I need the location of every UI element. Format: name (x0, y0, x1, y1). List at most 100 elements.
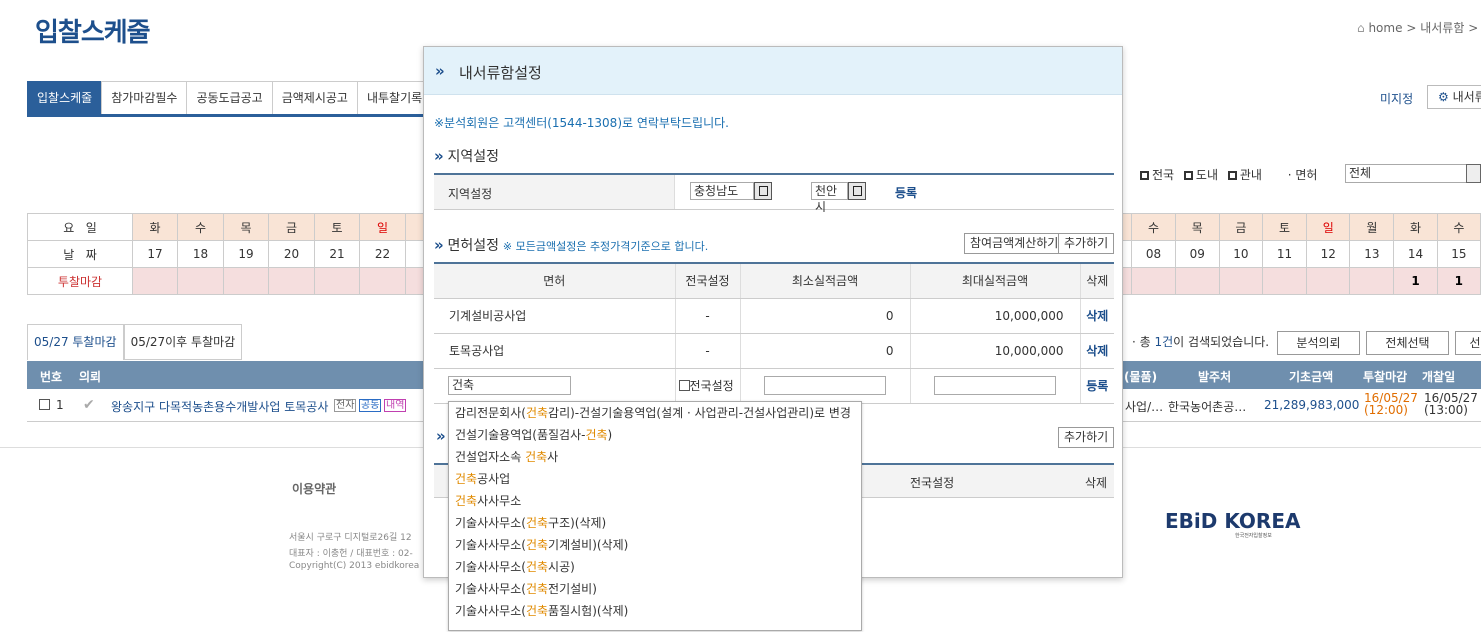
second-col-national: 전국설정 (910, 476, 955, 490)
home-icon[interactable]: ⌂ (1357, 21, 1365, 35)
breadcrumb: ⌂ home > 내서류함 > 입 (1357, 19, 1481, 36)
region-register-link[interactable]: 등록 (895, 184, 917, 201)
license-name: 기계설비공사업 (434, 298, 676, 334)
delete-link[interactable]: 삭제 (1080, 333, 1114, 369)
min-amount-input[interactable] (764, 376, 886, 395)
autocomplete-item[interactable]: 기술사사무소(건축전기설비) (449, 578, 861, 600)
second-col-delete: 삭제 (1085, 476, 1108, 490)
province-select[interactable]: 충청남도 (690, 182, 754, 200)
cal-day[interactable]: 09 (1174, 240, 1220, 268)
cal-weekday: 토 (1261, 213, 1308, 241)
national-checkbox-label: 전국설정 (689, 379, 734, 393)
footer-copyright: Copyright(C) 2013 ebidkorea (289, 561, 420, 571)
cal-day[interactable]: 12 (1306, 240, 1351, 268)
deadline-count[interactable]: 1 (1393, 267, 1438, 295)
col-license: 면허 (434, 263, 676, 299)
table-row: 기계설비공사업 - 0 10,000,000 삭제 (434, 298, 1114, 334)
cal-weekday: 목 (223, 213, 269, 241)
analysis-request-button[interactable]: 분석의뢰 (1277, 331, 1360, 355)
license-section-title: » 면허설정 ※ 모든금액설정은 추정가격기준으로 합니다. (434, 235, 708, 255)
autocomplete-item[interactable]: 건설기술용역업(품질검사-건축) (449, 424, 861, 446)
license-filter-dropdown-button[interactable] (1466, 164, 1481, 183)
col-max-amount: 최대실적금액 (910, 263, 1081, 299)
autocomplete-item[interactable]: 건설업자소속 건축사 (449, 446, 861, 468)
tab-bid-schedule[interactable]: 입찰스케줄 (27, 81, 102, 114)
weekday-label: 요 일 (27, 213, 133, 241)
license-national: - (675, 333, 741, 369)
col-delete: 삭제 (1080, 263, 1114, 299)
breadcrumb-current: 내서류함 (1420, 21, 1465, 35)
unassigned-link[interactable]: 미지정 (1380, 90, 1413, 107)
cal-weekday: 금 (1218, 213, 1263, 241)
cal-day[interactable]: 18 (177, 240, 224, 268)
autocomplete-item[interactable]: 기술사사무소(건축구조)(삭제) (449, 512, 861, 534)
license-note: ※ 모든금액설정은 추정가격기준으로 합니다. (502, 240, 709, 253)
license-search-input[interactable]: 건축 (448, 376, 571, 395)
gear-icon: ⚙ (1438, 90, 1449, 104)
nationwide-checkbox[interactable] (1140, 171, 1149, 180)
add-second-button[interactable]: 추가하기 (1058, 427, 1115, 448)
license-filter-select[interactable]: 전체 (1345, 164, 1470, 183)
cal-weekday: 토 (314, 213, 360, 241)
license-name: 토목공사업 (434, 333, 676, 369)
cal-weekday: 수 (1436, 213, 1481, 241)
city-select[interactable]: 천안시 (811, 182, 848, 214)
ebid-logo: EBiD KOREA (1165, 509, 1301, 533)
calc-amount-button[interactable]: 참여금액계산하기 (964, 233, 1065, 254)
check-mark-icon[interactable]: ✔ (83, 397, 95, 413)
cal-day[interactable]: 15 (1436, 240, 1481, 268)
cal-day[interactable]: 22 (359, 240, 406, 268)
in-jurisdiction-checkbox[interactable] (1227, 171, 1237, 180)
province-dropdown-button[interactable] (754, 182, 772, 200)
double-chevron-icon: » (434, 147, 444, 165)
tab-participation[interactable]: 참가마감필수 (101, 81, 187, 114)
col-min-amount: 최소실적금액 (740, 263, 911, 299)
cal-day[interactable]: 11 (1261, 240, 1308, 268)
cal-day[interactable]: 21 (314, 240, 360, 268)
add-license-button[interactable]: 추가하기 (1058, 233, 1115, 254)
cal-day[interactable]: 10 (1218, 240, 1263, 268)
license-table: 면허 전국설정 최소실적금액 최대실적금액 삭제 기계설비공사업 - 0 10,… (434, 262, 1114, 404)
license-register-link[interactable]: 등록 (1080, 368, 1114, 404)
delete-link[interactable]: 삭제 (1080, 298, 1114, 334)
date-label: 날 짜 (27, 240, 133, 268)
modal-header: » 내서류함설정 (424, 47, 1122, 95)
cal-day[interactable]: 19 (223, 240, 269, 268)
my-documents-label: 내서류 (1452, 90, 1481, 104)
tab-deadline-after[interactable]: 05/27이후 투찰마감 (123, 324, 243, 360)
cal-weekday: 일 (1306, 213, 1351, 241)
breadcrumb-home[interactable]: home (1368, 21, 1402, 35)
footer-ceo: 대표자 : 이충헌 / 대표번호 : 02- (289, 549, 413, 559)
autocomplete-item[interactable]: 건축사사무소 (449, 490, 861, 512)
city-dropdown-button[interactable] (848, 182, 866, 200)
result-suffix: 이 검색되었습니다. (1173, 335, 1270, 349)
footer-address: 서울시 구로구 디지털로26길 12 (289, 533, 412, 543)
cal-day[interactable]: 08 (1131, 240, 1176, 268)
double-chevron-icon: » (434, 236, 444, 254)
tab-amount-offer[interactable]: 금액제시공고 (271, 81, 357, 114)
autocomplete-item[interactable]: 기술사사무소(건축시공) (449, 556, 861, 578)
cal-day[interactable]: 17 (132, 240, 178, 268)
row-title[interactable]: 왕송지구 다목적농촌용수개발사업 토목공사 (111, 398, 328, 415)
terms-link[interactable]: 이용약관 (292, 480, 336, 497)
tab-joint-contract[interactable]: 공동도급공고 (186, 81, 272, 114)
double-chevron-icon: » (435, 62, 445, 80)
tab-deadline-today[interactable]: 05/27 투찰마감 (27, 324, 124, 360)
autocomplete-item[interactable]: 기술사사무소(건축기계설비)(삭제) (449, 534, 861, 556)
my-documents-button[interactable]: ⚙ 내서류 (1427, 85, 1481, 109)
result-prefix: · 총 (1132, 335, 1155, 349)
autocomplete-item[interactable]: 감리전문회사(건축감리)-건설기술용역업(설계 · 사업관리-건설사업관리)로 … (449, 402, 861, 424)
national-checkbox[interactable] (678, 380, 690, 391)
cal-day[interactable]: 14 (1393, 240, 1438, 268)
in-province-checkbox[interactable] (1183, 171, 1193, 180)
double-chevron-icon: » (436, 427, 446, 445)
cal-day[interactable]: 13 (1349, 240, 1395, 268)
max-amount-input[interactable] (934, 376, 1056, 395)
autocomplete-item[interactable]: 건축공사업 (449, 468, 861, 490)
select-button[interactable]: 선 (1455, 331, 1481, 355)
autocomplete-item[interactable]: 기술사사무소(건축품질시험)(삭제) (449, 600, 861, 622)
cal-day[interactable]: 20 (268, 240, 315, 268)
select-all-button[interactable]: 전체선택 (1366, 331, 1449, 355)
tab-my-bids[interactable]: 내투찰기록 (356, 81, 432, 114)
deadline-count[interactable]: 1 (1436, 267, 1481, 295)
